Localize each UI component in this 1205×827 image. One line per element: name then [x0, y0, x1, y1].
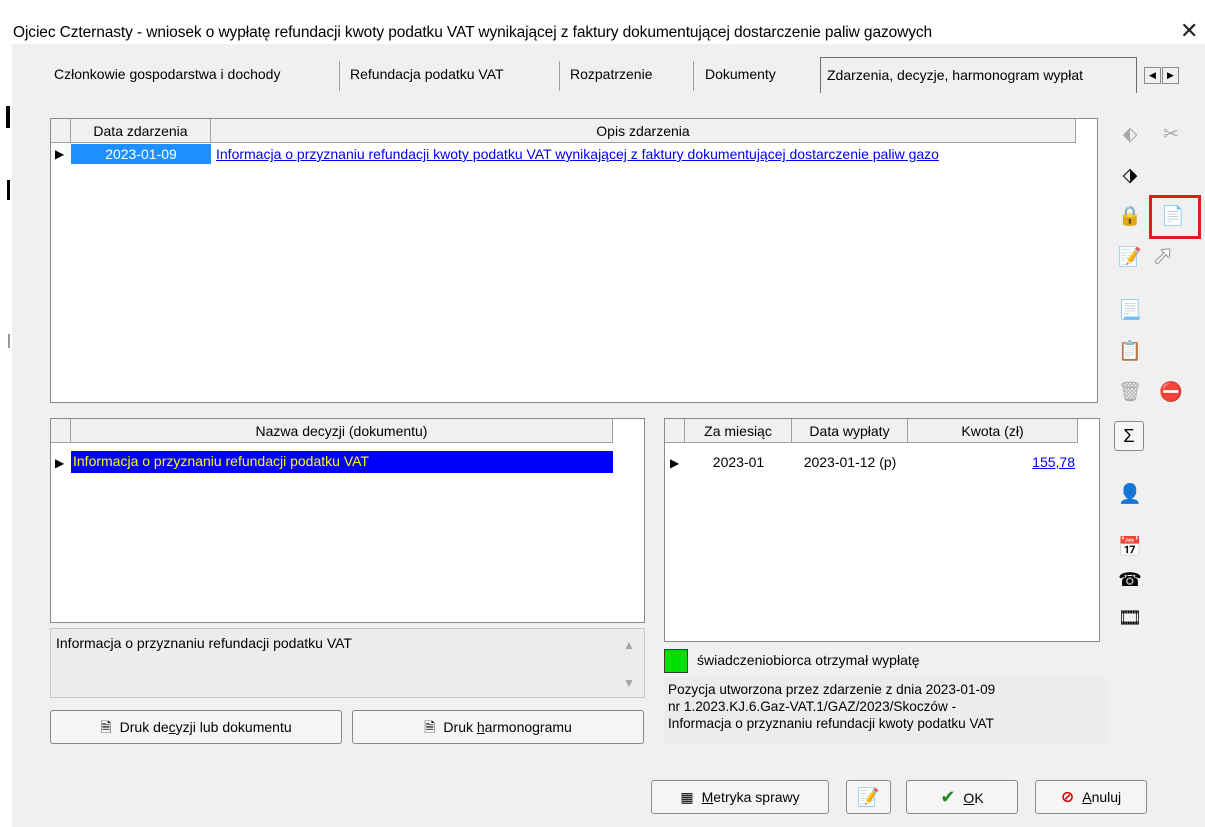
phone-icon[interactable]: ☎ [1117, 568, 1143, 594]
dialog-window: Ojciec Czternasty - wniosek o wypłatę re… [0, 0, 1205, 827]
calendar-pencil-icon[interactable]: 📝 [1117, 245, 1143, 271]
tab-strip: Członkowie gospodarstwa i dochody Refund… [48, 55, 1179, 93]
button-label: Druk [443, 719, 477, 735]
button-label: etryka sprawy [713, 789, 800, 805]
grid-calendar-icon: ▦ [680, 789, 694, 805]
event-description-link[interactable]: Informacja o przyznaniu refundacji kwoty… [216, 144, 1076, 164]
button-label-accel: O [963, 790, 975, 806]
button-label-accel: M [701, 789, 714, 805]
tab-scroll-right-icon[interactable]: ▶ [1162, 67, 1179, 84]
tab-separator [559, 61, 560, 91]
film-icon[interactable]: 🎞 [1117, 606, 1143, 632]
scroll-up-icon[interactable]: ▲ [623, 638, 635, 652]
button-label-accel: A [1082, 789, 1092, 805]
tab-documents[interactable]: Dokumenty [699, 55, 782, 93]
event-date-cell[interactable]: 2023-01-09 [71, 144, 211, 164]
payment-month-cell[interactable]: 2023-01 [685, 452, 792, 472]
button-label: nuluj [1091, 789, 1122, 805]
tab-household[interactable]: Członkowie gospodarstwa i dochody [48, 55, 286, 93]
ok-button[interactable]: ✔ OK [906, 780, 1018, 814]
button-label: armonogramu [484, 719, 572, 735]
new-document-icon[interactable]: 📃 [1117, 298, 1143, 324]
tab-events[interactable]: Zdarzenia, decyzje, harmonogram wypłat [820, 57, 1137, 93]
row-indicator-icon: ▶ [670, 456, 680, 470]
position-info-line: nr 1.2023.KJ.6.Gaz-VAT.1/GAZ/2023/Skoczó… [668, 699, 957, 714]
print-document-icon: 🗎 [424, 719, 436, 735]
print-schedule-button[interactable]: 🗎 Druk harmonogramu [352, 710, 644, 744]
column-header-pay-date[interactable]: Data wypłaty [792, 419, 908, 443]
grid-corner [51, 119, 71, 143]
grid-corner [665, 419, 685, 443]
background-mark [7, 180, 10, 200]
position-info: Pozycja utworzona przez zdarzenie z dnia… [664, 678, 1108, 745]
decisions-grid[interactable]: Nazwa decyzji (dokumentu) ▶ Informacja o… [50, 418, 645, 623]
trash-icon[interactable]: 🗑 [1117, 380, 1143, 406]
column-header-date[interactable]: Data zdarzenia [71, 119, 211, 143]
button-label: yzji lub dokumentu [175, 719, 292, 735]
background-mark [6, 106, 10, 128]
forbidden-icon[interactable]: ⛔ [1158, 380, 1184, 406]
print-decision-button[interactable]: 🗎 Druk decyzji lub dokumentu [50, 710, 342, 744]
calendar-icon[interactable]: 📅 [1117, 535, 1143, 561]
sum-icon[interactable]: Σ [1114, 421, 1144, 451]
button-label: K [974, 790, 984, 806]
tag-icon[interactable]: ⬖ [1117, 122, 1143, 148]
mouse-cursor-icon: ➚ [1152, 240, 1174, 270]
title-bar: Ojciec Czternasty - wniosek o wypłatę re… [0, 0, 1205, 44]
memo-scrollbar[interactable]: ▲ ▼ [614, 628, 644, 698]
row-indicator-icon: ▶ [55, 147, 65, 161]
grid-corner [51, 419, 71, 443]
tab-vat-refund[interactable]: Refundacja podatku VAT [344, 55, 510, 93]
tab-separator [339, 61, 340, 91]
column-header-decision-name[interactable]: Nazwa decyzji (dokumentu) [71, 419, 613, 443]
cancel-button[interactable]: ⊘ Anuluj [1035, 780, 1147, 814]
scroll-down-icon[interactable]: ▼ [623, 676, 635, 690]
print-document-icon: 🗎 [100, 719, 112, 735]
tab-scroll-left-icon[interactable]: ◀ [1144, 67, 1161, 84]
payment-amount-link[interactable]: 155,78 [908, 452, 1075, 472]
events-grid[interactable]: Data zdarzenia Opis zdarzenia ▶ 2023-01-… [50, 118, 1098, 403]
document-icon[interactable]: 📋 [1117, 339, 1143, 365]
payments-grid[interactable]: Za miesiąc Data wypłaty Kwota (zł) ▶ 202… [664, 418, 1100, 642]
calendar-pencil-icon: 📝 [857, 787, 880, 807]
close-icon[interactable]: ✕ [1180, 20, 1198, 42]
cancel-icon: ⊘ [1060, 789, 1075, 806]
decision-memo[interactable]: Informacja o przyznaniu refundacji podat… [50, 628, 645, 698]
button-label: Druk de [119, 719, 169, 735]
payment-date-cell[interactable]: 2023-01-12 (p) [792, 452, 908, 472]
column-header-amount[interactable]: Kwota (zł) [908, 419, 1078, 443]
column-header-month[interactable]: Za miesiąc [685, 419, 792, 443]
tab-review[interactable]: Rozpatrzenie [564, 55, 659, 93]
checkmark-icon: ✔ [940, 787, 956, 807]
legend-text: świadczeniobiorca otrzymał wypłatę [697, 652, 920, 668]
background-mark [8, 334, 10, 348]
background-strip [0, 44, 12, 827]
label-icon[interactable]: ⬗ [1117, 163, 1143, 189]
decision-row[interactable]: Informacja o przyznaniu refundacji podat… [71, 451, 613, 473]
tab-separator [693, 61, 694, 91]
window-title: Ojciec Czternasty - wniosek o wypłatę re… [13, 24, 933, 41]
button-label-accel: c [168, 719, 176, 735]
button-label-accel: h [476, 719, 485, 735]
row-indicator-icon: ▶ [55, 456, 65, 470]
position-info-line: Pozycja utworzona przez zdarzenie z dnia… [668, 682, 996, 697]
metryka-button[interactable]: ▦ Metryka sprawy [651, 780, 829, 814]
calendar-edit-button[interactable]: 📝 [846, 780, 891, 814]
scissors-tag-icon[interactable]: ✂ [1158, 122, 1184, 148]
legend-color-swatch [664, 649, 688, 673]
highlight-box [1149, 195, 1201, 239]
lock-icon[interactable]: 🔒 [1117, 204, 1143, 230]
column-header-description[interactable]: Opis zdarzenia [211, 119, 1076, 143]
position-info-line: Informacja o przyznaniu refundacji kwoty… [668, 716, 994, 731]
person-document-icon[interactable]: 👤 [1117, 482, 1143, 508]
